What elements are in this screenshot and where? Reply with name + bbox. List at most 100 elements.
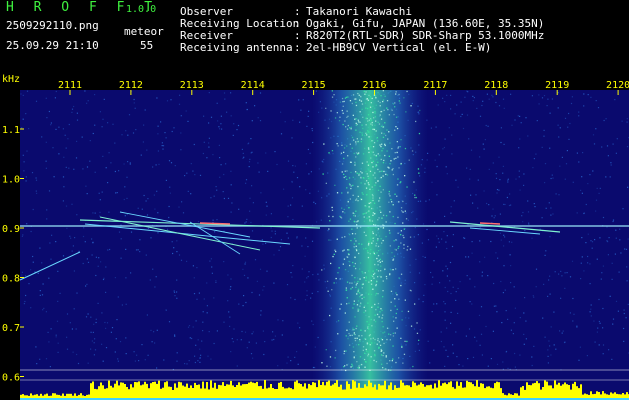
- noise-speck: [306, 294, 308, 296]
- band-speck: [334, 184, 336, 186]
- noise-speck: [238, 303, 240, 305]
- level-bar: [432, 388, 434, 398]
- noise-speck: [203, 141, 205, 143]
- noise-speck: [155, 164, 157, 166]
- level-bar: [480, 383, 482, 398]
- noise-speck: [460, 101, 462, 103]
- level-bar: [494, 383, 496, 398]
- noise-speck: [444, 319, 446, 321]
- band-speck: [353, 152, 355, 155]
- band-speck: [367, 351, 369, 353]
- noise-speck: [32, 261, 34, 263]
- noise-speck: [487, 125, 489, 127]
- level-bar: [466, 380, 468, 398]
- band-speck: [385, 215, 388, 217]
- noise-speck: [57, 351, 59, 353]
- antenna-label: Receiving antenna: [180, 41, 293, 54]
- noise-speck: [531, 364, 533, 367]
- noise-speck: [602, 344, 605, 346]
- band-speck: [367, 252, 369, 254]
- band-speck: [360, 302, 362, 304]
- noise-speck: [496, 363, 499, 365]
- noise-speck: [444, 303, 446, 305]
- noise-speck: [146, 314, 148, 316]
- band-speck: [346, 281, 349, 283]
- noise-speck: [505, 310, 507, 312]
- level-bar: [346, 381, 348, 398]
- band-speck: [367, 130, 369, 132]
- band-speck: [376, 313, 379, 316]
- noise-speck: [128, 114, 131, 116]
- band-speck: [381, 143, 383, 145]
- level-bar: [538, 383, 540, 398]
- band-speck: [409, 236, 412, 238]
- band-speck: [374, 303, 376, 306]
- noise-speck: [450, 206, 452, 208]
- noise-speck: [202, 330, 204, 332]
- noise-speck: [533, 345, 535, 347]
- level-bar: [254, 383, 256, 398]
- noise-speck: [472, 356, 475, 358]
- noise-speck: [244, 263, 246, 265]
- noise-speck: [499, 232, 501, 234]
- band-speck: [361, 363, 363, 366]
- freq-label: 2111: [58, 80, 82, 91]
- noise-speck: [49, 366, 51, 368]
- noise-speck: [196, 267, 198, 269]
- level-bar: [172, 390, 174, 398]
- noise-speck: [524, 297, 526, 299]
- noise-speck: [245, 221, 247, 223]
- noise-speck: [610, 162, 612, 164]
- noise-speck: [576, 326, 578, 328]
- band-speck: [354, 339, 357, 342]
- noise-speck: [531, 356, 533, 358]
- noise-speck: [251, 230, 254, 232]
- level-bar: [484, 388, 486, 398]
- meteor-head: [199, 222, 231, 225]
- noise-speck: [125, 277, 127, 279]
- noise-speck: [93, 323, 95, 325]
- noise-speck: [611, 358, 613, 360]
- noise-speck: [162, 145, 165, 147]
- noise-speck: [25, 113, 27, 115]
- band-speck: [371, 220, 374, 222]
- noise-speck: [503, 107, 505, 109]
- noise-speck: [23, 303, 25, 305]
- band-speck: [376, 137, 378, 139]
- noise-speck: [57, 300, 59, 302]
- level-bar: [518, 395, 520, 398]
- band-speck: [345, 335, 347, 337]
- noise-speck: [287, 356, 289, 358]
- noise-speck: [230, 92, 232, 94]
- noise-speck: [77, 362, 80, 365]
- level-bar: [358, 383, 360, 398]
- noise-speck: [296, 237, 298, 239]
- level-bar: [126, 387, 128, 398]
- noise-speck: [270, 213, 272, 215]
- noise-speck: [99, 199, 101, 201]
- level-bar: [510, 394, 512, 398]
- noise-speck: [218, 126, 220, 128]
- noise-speck: [292, 119, 294, 121]
- noise-speck: [601, 146, 603, 148]
- noise-speck: [92, 212, 94, 214]
- noise-speck: [90, 331, 92, 333]
- band-speck: [380, 110, 383, 113]
- band-speck: [336, 143, 338, 145]
- y-axis-label: 0.7: [2, 323, 20, 334]
- band-speck: [369, 106, 372, 108]
- noise-speck: [550, 326, 552, 328]
- level-bar: [504, 394, 506, 398]
- band-speck: [363, 306, 365, 308]
- noise-speck: [427, 239, 430, 241]
- level-bar: [416, 385, 418, 398]
- band-speck: [351, 282, 353, 284]
- band-speck: [378, 235, 381, 237]
- noise-speck: [173, 127, 175, 129]
- band-speck: [367, 353, 370, 355]
- level-bar: [568, 385, 570, 398]
- band-speck: [390, 309, 392, 312]
- noise-speck: [28, 128, 30, 130]
- band-speck: [401, 210, 403, 212]
- noise-speck: [154, 286, 156, 288]
